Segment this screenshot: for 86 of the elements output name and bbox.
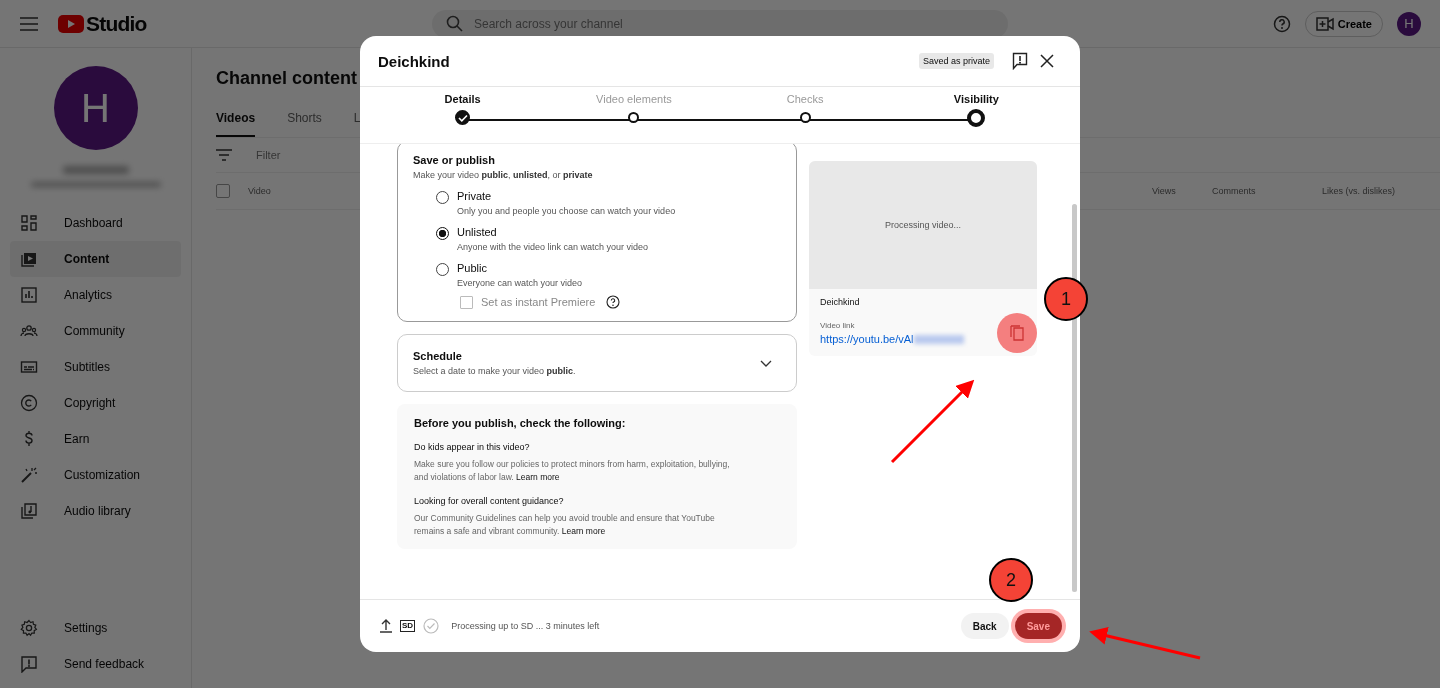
help-icon[interactable] xyxy=(606,295,621,309)
sidebar-item[interactable]: Community xyxy=(10,313,181,349)
option-label[interactable]: Private xyxy=(457,190,676,202)
sidebar-item[interactable]: Copyright xyxy=(10,385,181,421)
page-title: Channel content xyxy=(216,68,358,89)
learn-more-link[interactable]: Learn more xyxy=(516,471,560,482)
play-logo-icon xyxy=(58,14,84,33)
music-note-icon xyxy=(20,502,38,520)
info-text: Our Community Guidelines can help you avoid trouble and ensure that YouTube remains a safe and vibrant community. Learn more xyxy=(414,512,716,537)
step-label[interactable]: Details xyxy=(444,93,481,105)
column-header: Views xyxy=(1152,186,1177,196)
channel-avatar[interactable]: H xyxy=(53,66,138,150)
upload-icon xyxy=(380,619,392,633)
copy-icon xyxy=(1010,325,1024,341)
blurred-bar xyxy=(62,166,129,174)
create-button[interactable]: Create xyxy=(1304,10,1383,37)
card-title: Save or publish xyxy=(413,154,496,166)
video-link[interactable]: https://youtu.be/vAl xyxy=(820,333,914,345)
step-indicator[interactable] xyxy=(455,110,471,125)
option-label[interactable]: Unlisted xyxy=(457,226,649,238)
subtitles-icon xyxy=(20,358,38,376)
radio-button[interactable] xyxy=(436,227,449,240)
sidebar-item[interactable]: Analytics xyxy=(10,277,181,313)
save-button[interactable]: Save xyxy=(1014,613,1062,639)
card-title: Schedule xyxy=(413,350,463,362)
feedback-icon xyxy=(20,655,38,673)
menu-icon[interactable] xyxy=(20,16,38,31)
checkbox[interactable] xyxy=(216,184,230,198)
option-label[interactable]: Public xyxy=(457,262,583,274)
processing-text: Processing video... xyxy=(884,220,961,230)
info-heading: Before you publish, check the following: xyxy=(414,417,627,429)
option-description: Only you and people you choose can watch your video xyxy=(457,206,676,216)
copyright-icon xyxy=(20,394,38,412)
sidebar-item[interactable]: Subtitles xyxy=(10,349,181,385)
sidebar-item[interactable]: Audio library xyxy=(10,493,181,529)
processing-status: Processing up to SD ... 3 minutes left xyxy=(451,621,600,631)
tab[interactable]: Videos xyxy=(216,111,256,137)
account-avatar[interactable]: H xyxy=(1397,11,1421,36)
step-indicator[interactable] xyxy=(967,109,986,127)
chevron-down-icon[interactable] xyxy=(760,359,772,367)
dialog-title: Deichkind xyxy=(378,52,450,70)
quality-badge: SD xyxy=(400,620,416,632)
sidebar-item[interactable]: Content xyxy=(10,241,181,277)
feedback-icon[interactable] xyxy=(1012,52,1028,70)
step-label[interactable]: Video elements xyxy=(596,93,672,105)
close-icon[interactable] xyxy=(1040,54,1054,68)
option-description: Anyone with the video link can watch your video xyxy=(457,242,649,252)
sidebar-item[interactable]: Send feedback xyxy=(10,646,181,682)
bar-chart-icon xyxy=(20,286,38,304)
search-field[interactable]: Search across your channel xyxy=(432,9,1008,38)
learn-more-link[interactable]: Learn more xyxy=(561,525,606,536)
back-button[interactable]: Back xyxy=(960,613,1009,639)
tab[interactable]: L xyxy=(353,111,361,137)
sidebar-item[interactable]: Settings xyxy=(10,610,181,646)
card-subtitle: Make your video public, unlisted, or private xyxy=(413,170,594,180)
link-label: Video link xyxy=(820,321,856,330)
status-badge: Saved as private xyxy=(918,53,994,69)
magic-wand-icon xyxy=(20,466,38,484)
tab[interactable]: Shorts xyxy=(287,111,322,137)
blurred-bar xyxy=(913,334,964,344)
grid-icon xyxy=(20,214,38,232)
sidebar-item[interactable]: Dashboard xyxy=(10,205,181,241)
step-indicator[interactable] xyxy=(628,112,640,123)
video-title: Deichkind xyxy=(820,297,861,307)
check-circle-icon xyxy=(423,618,440,634)
scrollbar[interactable] xyxy=(1072,204,1077,592)
card-subtitle: Select a date to make your video public. xyxy=(413,366,576,376)
step-indicator[interactable] xyxy=(799,112,811,123)
add-video-icon xyxy=(1315,16,1334,31)
gear-icon xyxy=(20,619,38,637)
step-label[interactable]: Visibility xyxy=(953,93,999,105)
info-question: Looking for overall content guidance? xyxy=(414,496,565,506)
copy-button[interactable] xyxy=(997,313,1037,353)
column-header: Video xyxy=(248,186,271,196)
column-header: Likes (vs. dislikes) xyxy=(1322,186,1396,196)
logo-text[interactable]: Studio xyxy=(86,11,147,36)
column-header: Comments xyxy=(1212,186,1257,196)
info-text: Make sure you follow our policies to protect minors from harm, exploitation, bullying, and violations of labor law. Learn more xyxy=(414,458,731,483)
filter-icon[interactable] xyxy=(216,149,232,161)
play-icon xyxy=(20,250,38,268)
schedule-card[interactable]: Schedule Select a date to make your video public. xyxy=(397,334,797,392)
step-label[interactable]: Checks xyxy=(786,93,824,105)
info-question: Do kids appear in this video? xyxy=(414,442,531,452)
sidebar-item[interactable]: Earn xyxy=(10,421,181,457)
option-description: Everyone can watch your video xyxy=(457,278,583,288)
sidebar-item[interactable]: Customization xyxy=(10,457,181,493)
